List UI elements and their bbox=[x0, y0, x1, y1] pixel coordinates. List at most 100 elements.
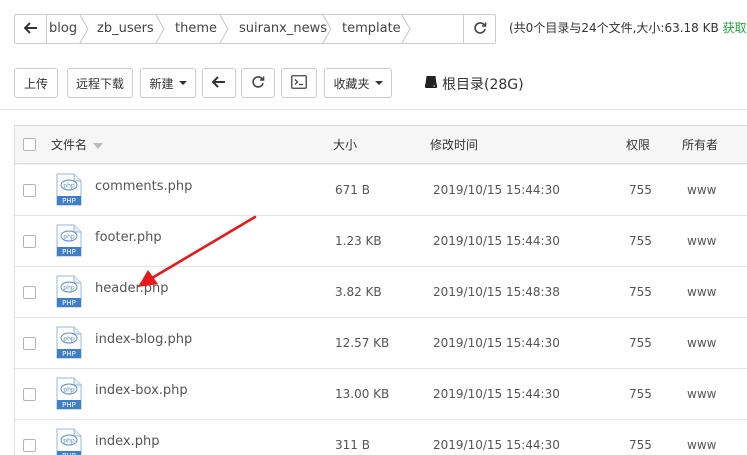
table-row[interactable]: php PHP comments.php 671 B 2019/10/15 15:44:… bbox=[15, 165, 747, 216]
php-file-icon: php PHP bbox=[56, 326, 82, 359]
column-name-label: 文件名 bbox=[51, 138, 88, 152]
svg-text:php: php bbox=[63, 285, 75, 292]
file-permission[interactable]: 755 bbox=[629, 216, 652, 267]
file-name-link[interactable]: header.php bbox=[95, 263, 168, 314]
file-name-link[interactable]: index-box.php bbox=[95, 365, 188, 416]
column-header-size[interactable]: 大小 bbox=[333, 126, 357, 164]
row-checkbox[interactable] bbox=[23, 337, 36, 350]
file-modified-time: 2019/10/15 15:44:30 bbox=[433, 438, 560, 452]
table-row[interactable]: php PHP index-blog.php 12.57 KB 2019/10/15 1… bbox=[15, 318, 747, 369]
refresh-icon bbox=[251, 75, 265, 92]
toolbar-divider bbox=[0, 109, 747, 110]
file-owner[interactable]: www bbox=[687, 369, 716, 420]
arrow-left-icon bbox=[23, 21, 38, 37]
file-owner[interactable]: www bbox=[687, 165, 716, 216]
caret-down-icon bbox=[374, 81, 383, 85]
file-name-link[interactable]: comments.php bbox=[95, 161, 192, 212]
favorites-dropdown-button[interactable]: 收藏夹 bbox=[324, 68, 392, 98]
breadcrumb-item-current[interactable]: template bbox=[342, 15, 401, 43]
row-checkbox[interactable] bbox=[23, 235, 36, 248]
svg-text:php: php bbox=[63, 387, 75, 394]
column-header-name[interactable]: 文件名 bbox=[51, 126, 104, 164]
breadcrumb-item[interactable]: suiranx_news bbox=[239, 15, 327, 43]
directory-summary: (共0个目录与24个文件,大小:63.18 KB 获取) bbox=[509, 19, 747, 36]
file-permission[interactable]: 755 bbox=[629, 318, 652, 369]
refresh-path-button[interactable] bbox=[463, 15, 495, 43]
breadcrumb-item[interactable]: blog bbox=[49, 15, 77, 43]
upload-button[interactable]: 上传 bbox=[14, 68, 58, 98]
refresh-icon bbox=[473, 21, 487, 38]
file-owner[interactable]: www bbox=[687, 420, 716, 455]
column-header-permission[interactable]: 权限 bbox=[626, 126, 650, 164]
svg-text:php: php bbox=[63, 336, 75, 343]
file-size: 3.82 KB bbox=[335, 285, 382, 299]
file-name-link[interactable]: index-blog.php bbox=[95, 314, 192, 365]
php-file-icon: phpPHP bbox=[56, 428, 82, 455]
chevron-right-icon bbox=[219, 15, 229, 43]
back-dir-button[interactable] bbox=[202, 68, 236, 98]
table-header: 文件名 大小 修改时间 权限 所有者 bbox=[15, 126, 747, 164]
svg-text:php: php bbox=[63, 183, 75, 190]
favorites-label: 收藏夹 bbox=[333, 76, 370, 91]
php-badge-label: PHP bbox=[62, 248, 76, 256]
svg-text:php: php bbox=[63, 234, 75, 241]
file-permission[interactable]: 755 bbox=[629, 267, 652, 318]
table-row[interactable]: phpPHPindex.php311 B2019/10/15 15:44:307… bbox=[15, 420, 747, 455]
file-permission[interactable]: 755 bbox=[629, 369, 652, 420]
row-checkbox[interactable] bbox=[23, 286, 36, 299]
summary-text: (共0个目录与24个文件,大小:63.18 KB bbox=[509, 21, 719, 35]
table-row[interactable]: php PHP header.php 3.82 KB 2019/10/15 15:48:… bbox=[15, 267, 747, 318]
chevron-right-icon bbox=[155, 15, 165, 43]
php-file-icon: phpPHP bbox=[56, 275, 82, 308]
breadcrumb-item[interactable]: zb_users bbox=[97, 15, 154, 43]
php-badge-label: PHP bbox=[62, 197, 76, 205]
new-label: 新建 bbox=[149, 76, 174, 91]
remote-download-label: 远程下载 bbox=[75, 76, 124, 91]
file-name-link[interactable]: index.php bbox=[95, 416, 159, 455]
file-owner[interactable]: www bbox=[687, 216, 716, 267]
terminal-icon bbox=[291, 74, 307, 92]
root-directory-button[interactable]: 根目录(28G) bbox=[424, 74, 524, 94]
file-modified-time: 2019/10/15 15:44:30 bbox=[433, 387, 560, 401]
breadcrumb-item[interactable]: theme bbox=[175, 15, 217, 43]
svg-text:php: php bbox=[63, 438, 75, 445]
column-header-owner[interactable]: 所有者 bbox=[682, 126, 718, 164]
php-badge-label: PHP bbox=[62, 401, 76, 409]
hard-drive-icon bbox=[424, 75, 438, 93]
row-checkbox[interactable] bbox=[23, 439, 36, 452]
select-all-checkbox[interactable] bbox=[23, 138, 36, 151]
php-file-icon: php PHP bbox=[56, 173, 82, 206]
back-button[interactable] bbox=[15, 15, 47, 43]
file-owner[interactable]: www bbox=[687, 318, 716, 369]
file-size: 12.57 KB bbox=[335, 336, 390, 350]
file-permission[interactable]: 755 bbox=[629, 165, 652, 216]
chevron-right-icon bbox=[79, 15, 89, 43]
file-modified-time: 2019/10/15 15:44:30 bbox=[433, 183, 560, 197]
file-owner[interactable]: www bbox=[687, 267, 716, 318]
chevron-right-icon bbox=[322, 15, 332, 43]
file-modified-time: 2019/10/15 15:44:30 bbox=[433, 234, 560, 248]
caret-down-icon bbox=[178, 81, 187, 85]
table-row[interactable]: php PHP footer.php 1.23 KB 2019/10/15 15:44:… bbox=[15, 216, 747, 267]
php-file-icon: php PHP bbox=[56, 377, 82, 410]
table-row[interactable]: php PHP index-box.php 13.00 KB 2019/10/15 15… bbox=[15, 369, 747, 420]
file-modified-time: 2019/10/15 15:44:30 bbox=[433, 336, 560, 350]
refresh-button[interactable] bbox=[241, 68, 275, 98]
file-name-link[interactable]: footer.php bbox=[95, 212, 162, 263]
row-checkbox[interactable] bbox=[23, 184, 36, 197]
file-size: 13.00 KB bbox=[335, 387, 390, 401]
remote-download-button[interactable]: 远程下载 bbox=[67, 68, 133, 98]
file-permission[interactable]: 755 bbox=[629, 420, 652, 455]
chevron-right-icon bbox=[401, 15, 411, 43]
column-header-modified[interactable]: 修改时间 bbox=[430, 126, 478, 164]
file-size: 1.23 KB bbox=[335, 234, 382, 248]
new-dropdown-button[interactable]: 新建 bbox=[140, 68, 196, 98]
terminal-button[interactable] bbox=[281, 68, 317, 98]
breadcrumb: blog zb_users theme suiranx_news templat… bbox=[14, 14, 496, 44]
row-checkbox[interactable] bbox=[23, 388, 36, 401]
php-badge-label: PHP bbox=[62, 350, 76, 358]
php-file-icon: php PHP bbox=[56, 224, 82, 257]
file-size: 671 B bbox=[335, 183, 370, 197]
get-size-link[interactable]: 获取) bbox=[723, 21, 747, 35]
sort-desc-icon bbox=[93, 142, 104, 149]
